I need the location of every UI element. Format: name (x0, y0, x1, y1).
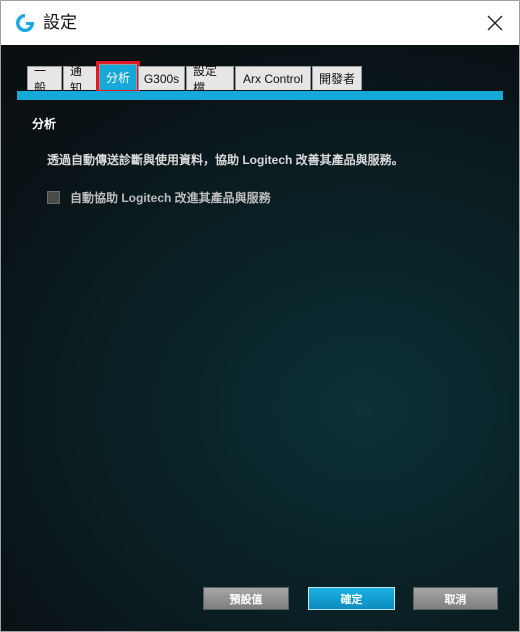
section-title: 分析 (32, 117, 57, 131)
ok-button[interactable]: 確定 (308, 587, 395, 610)
tab-analytics[interactable]: 分析 (96, 61, 140, 93)
auto-help-option[interactable]: 自動協助 Logitech 改進其產品與服務 (47, 189, 271, 206)
title-bar: 設定 (1, 1, 519, 45)
analytics-description: 透過自動傳送診斷與使用資料，協助 Logitech 改善其產品與服務。 (47, 153, 404, 167)
tab-general[interactable]: 一般 (27, 64, 62, 95)
tab-strip: 一般 通知 分析 G300s 設定檔 Arx Control 開發者 (27, 61, 363, 95)
auto-help-label: 自動協助 Logitech 改進其產品與服務 (70, 191, 271, 205)
tab-arx-control[interactable]: Arx Control (235, 66, 311, 90)
auto-help-checkbox[interactable] (47, 191, 60, 204)
defaults-button[interactable]: 預設值 (203, 587, 289, 610)
tab-underline-bar (17, 91, 503, 100)
tab-notifications[interactable]: 通知 (63, 64, 98, 95)
window-title: 設定 (43, 13, 77, 33)
close-button[interactable] (477, 5, 513, 41)
settings-panel: 一般 通知 分析 G300s 設定檔 Arx Control 開發者 分析 透過… (1, 45, 519, 631)
cancel-button[interactable]: 取消 (413, 587, 498, 610)
tab-profiles[interactable]: 設定檔 (186, 64, 234, 95)
tab-g300s[interactable]: G300s (138, 66, 185, 90)
settings-window: 設定 一般 通知 分析 G300s 設定檔 Arx Control 開發者 分析… (0, 0, 520, 632)
logitech-g-icon (13, 11, 37, 35)
tab-developer[interactable]: 開發者 (312, 66, 362, 90)
close-icon (487, 15, 503, 31)
